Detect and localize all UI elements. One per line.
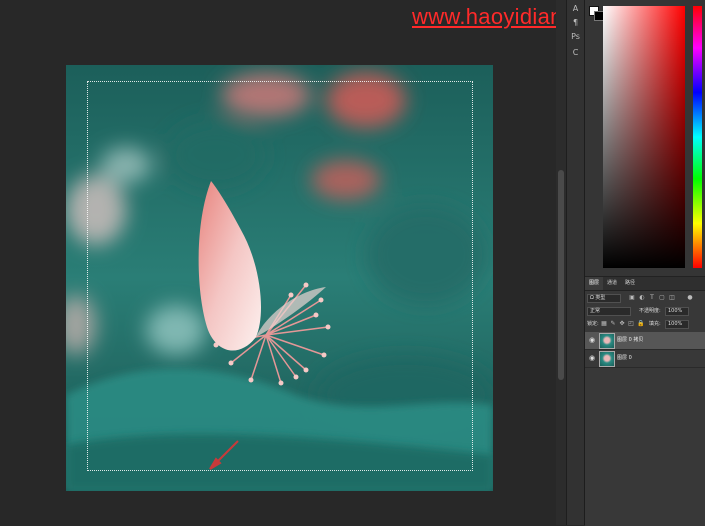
color-panel-icon[interactable]: C xyxy=(569,46,582,59)
opacity-label: 不透明度: xyxy=(639,308,661,314)
character-icon[interactable]: A xyxy=(569,2,582,15)
visibility-eye-icon[interactable]: ◉ xyxy=(589,336,597,344)
collapsed-panel-strip: A ¶ Ps C xyxy=(566,0,584,525)
lock-position-icon[interactable]: ✥ xyxy=(619,320,625,327)
type-filter-icon[interactable]: T xyxy=(649,294,655,301)
layer-name[interactable]: 图层 0 拷贝 xyxy=(617,332,643,349)
document-canvas[interactable] xyxy=(66,65,493,491)
image-filter-icon[interactable]: ▣ xyxy=(629,294,635,301)
tab-paths[interactable]: 路径 xyxy=(621,277,639,290)
lock-row: 锁定: ▦ ✎ ✥ ◰ 🔒 填充: 100% xyxy=(587,319,704,329)
blend-mode-dropdown[interactable]: 正常 xyxy=(587,307,631,316)
lock-label: 锁定: xyxy=(587,321,599,327)
layer-thumbnail xyxy=(599,333,615,349)
layer-row-base[interactable]: ◉ 图层 0 xyxy=(585,350,705,368)
right-panel: 图层 通道 路径 Ω 类型 ▣ ◐ T ▢ ◫ ● 正常 不透明度: 100% … xyxy=(584,0,705,526)
lock-artboard-icon[interactable]: ◰ xyxy=(628,320,634,327)
lock-pixels-icon[interactable]: ✎ xyxy=(610,320,616,327)
scrollbar-thumb[interactable] xyxy=(558,170,564,380)
saturation-value-field[interactable] xyxy=(603,6,685,268)
paragraph-icon[interactable]: ¶ xyxy=(569,16,582,29)
adjustment-filter-icon[interactable]: ◐ xyxy=(639,294,645,301)
fill-label: 填充: xyxy=(649,321,661,327)
layer-filter-dropdown[interactable]: Ω 类型 xyxy=(587,294,621,303)
layers-panel-tabs: 图层 通道 路径 xyxy=(585,277,705,291)
visibility-eye-icon[interactable]: ◉ xyxy=(589,354,597,362)
blend-row: 正常 不透明度: 100% xyxy=(587,306,704,316)
selection-marquee[interactable] xyxy=(87,81,473,471)
layer-thumbnail xyxy=(599,351,615,367)
layer-name[interactable]: 图层 0 xyxy=(617,350,632,367)
filter-toggle-icon[interactable]: ● xyxy=(687,294,693,301)
tab-layers[interactable]: 图层 xyxy=(585,277,604,290)
canvas-scrollbar[interactable] xyxy=(556,0,566,525)
fill-input[interactable]: 100% xyxy=(665,320,689,329)
layers-panel: 图层 通道 路径 Ω 类型 ▣ ◐ T ▢ ◫ ● 正常 不透明度: 100% … xyxy=(585,276,705,526)
smart-object-filter-icon[interactable]: ◫ xyxy=(669,294,675,301)
color-picker[interactable] xyxy=(603,6,685,268)
tab-channels[interactable]: 通道 xyxy=(603,277,621,290)
canvas-workspace[interactable] xyxy=(0,0,556,525)
lock-all-icon[interactable]: 🔒 xyxy=(637,320,644,327)
shape-filter-icon[interactable]: ▢ xyxy=(659,294,665,301)
opacity-input[interactable]: 100% xyxy=(665,307,689,316)
filter-row: Ω 类型 ▣ ◐ T ▢ ◫ ● xyxy=(587,293,704,303)
layer-row-copy[interactable]: ◉ 图层 0 拷贝 xyxy=(585,332,705,350)
lock-transparency-icon[interactable]: ▦ xyxy=(601,320,607,327)
hue-slider[interactable] xyxy=(693,6,702,268)
properties-icon[interactable]: Ps xyxy=(569,30,582,43)
